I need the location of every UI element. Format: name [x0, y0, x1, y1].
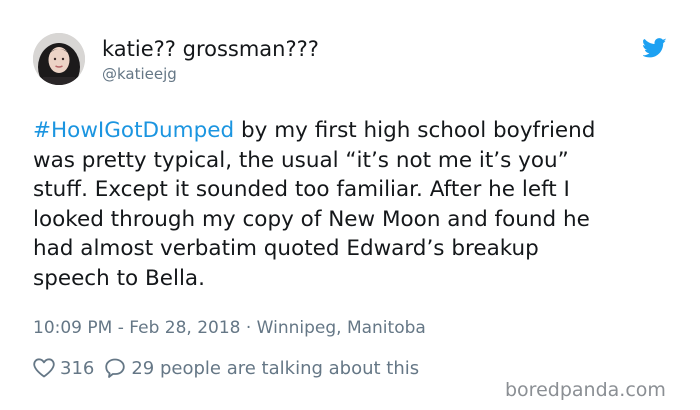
author-handle[interactable]: @katieejg — [102, 64, 177, 84]
author-name[interactable]: katie?? grossman??? — [102, 36, 319, 62]
tweet-actions: 316 29 people are talking about this — [33, 356, 419, 380]
tweet-card: katie?? grossman??? @katieejg #HowIGotDu… — [0, 0, 700, 410]
conversation-count[interactable]: 29 people are talking about this — [131, 358, 419, 379]
like-count: 316 — [60, 357, 95, 379]
tweet-text: #HowIGotDumped by my first high school b… — [33, 116, 683, 293]
tweet-line-5: had almost verbatim quoted Edward’s brea… — [33, 236, 539, 261]
twitter-bird-icon[interactable] — [642, 38, 667, 58]
heart-icon[interactable] — [33, 358, 55, 378]
speech-bubble-icon[interactable] — [104, 358, 126, 378]
hashtag-link[interactable]: #HowIGotDumped — [33, 118, 234, 143]
tweet-timestamp-location[interactable]: 10:09 PM - Feb 28, 2018 · Winnipeg, Mani… — [33, 317, 426, 339]
avatar[interactable] — [33, 33, 85, 85]
tweet-line-6: speech to Bella. — [33, 265, 205, 291]
avatar-photo — [33, 33, 85, 85]
tweet-line-3: stuff. Except it sounded too familiar. A… — [33, 177, 570, 202]
tweet-line-1: #HowIGotDumped by my first high school b… — [33, 116, 683, 146]
tweet-line-4: looked through my copy of New Moon and f… — [33, 206, 590, 232]
tweet-line-1-text: by my first high school boyfriend — [234, 118, 596, 143]
tweet-line-2: was pretty typical, the usual “it’s not … — [33, 147, 569, 173]
watermark: boredpanda.com — [505, 379, 666, 401]
